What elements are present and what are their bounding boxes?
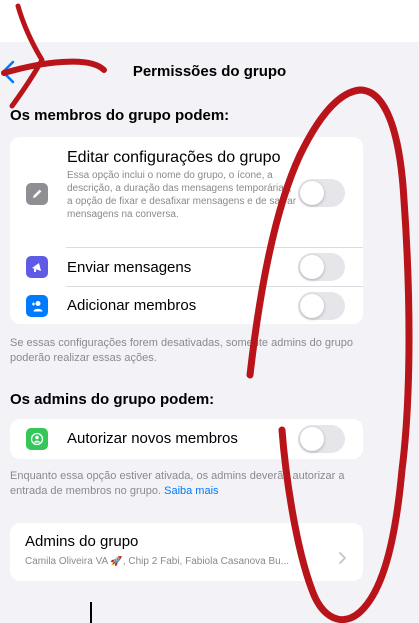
add-members-toggle[interactable] (298, 292, 345, 320)
approve-members-icon (26, 428, 48, 450)
add-members-label: Adicionar membros (67, 297, 197, 314)
chevron-right-icon (339, 552, 346, 564)
approve-members-label: Autorizar novos membros (67, 430, 238, 447)
admins-footnote: Enquanto essa opção estiver ativada, os … (10, 469, 370, 499)
permission-row-edit-settings[interactable]: Editar configurações do grupo Essa opção… (10, 137, 363, 247)
top-strip (0, 0, 419, 42)
approve-members-toggle[interactable] (298, 425, 345, 453)
group-admins-label: Admins do grupo (25, 533, 139, 550)
send-messages-label: Enviar mensagens (67, 259, 192, 276)
add-person-icon (26, 295, 48, 317)
edit-settings-label: Editar configurações do grupo (67, 149, 281, 166)
edit-settings-toggle[interactable] (298, 179, 345, 207)
toggle-knob (300, 255, 324, 279)
group-admins-names: Camila Oliveira VA 🚀, Chip 2 Fabi, Fabio… (25, 556, 290, 567)
members-footnote: Se essas configurações forem desativadas… (10, 337, 354, 364)
admins-section-title: Os admins do grupo podem: (10, 391, 215, 408)
pencil-icon (26, 183, 48, 205)
text-cursor (90, 602, 92, 623)
toggle-knob (300, 294, 324, 318)
edit-settings-description: Essa opção inclui o nome do grupo, o íco… (67, 170, 297, 220)
learn-more-link[interactable]: Saiba mais (164, 485, 218, 497)
send-messages-toggle[interactable] (298, 253, 345, 281)
admins-permissions-card: Autorizar novos membros (10, 419, 363, 459)
permission-row-add-members[interactable]: Adicionar membros (10, 287, 363, 324)
toggle-knob (300, 427, 324, 451)
permission-row-send-messages[interactable]: Enviar mensagens (10, 248, 363, 286)
page-title: Permissões do grupo (132, 63, 287, 80)
megaphone-icon (26, 256, 48, 278)
permission-row-approve-members[interactable]: Autorizar novos membros (10, 419, 363, 459)
group-admins-row[interactable]: Admins do grupo Camila Oliveira VA 🚀, Ch… (10, 523, 363, 581)
members-permissions-card: Editar configurações do grupo Essa opção… (10, 137, 363, 324)
members-section-title: Os membros do grupo podem: (10, 107, 230, 124)
toggle-knob (300, 181, 324, 205)
